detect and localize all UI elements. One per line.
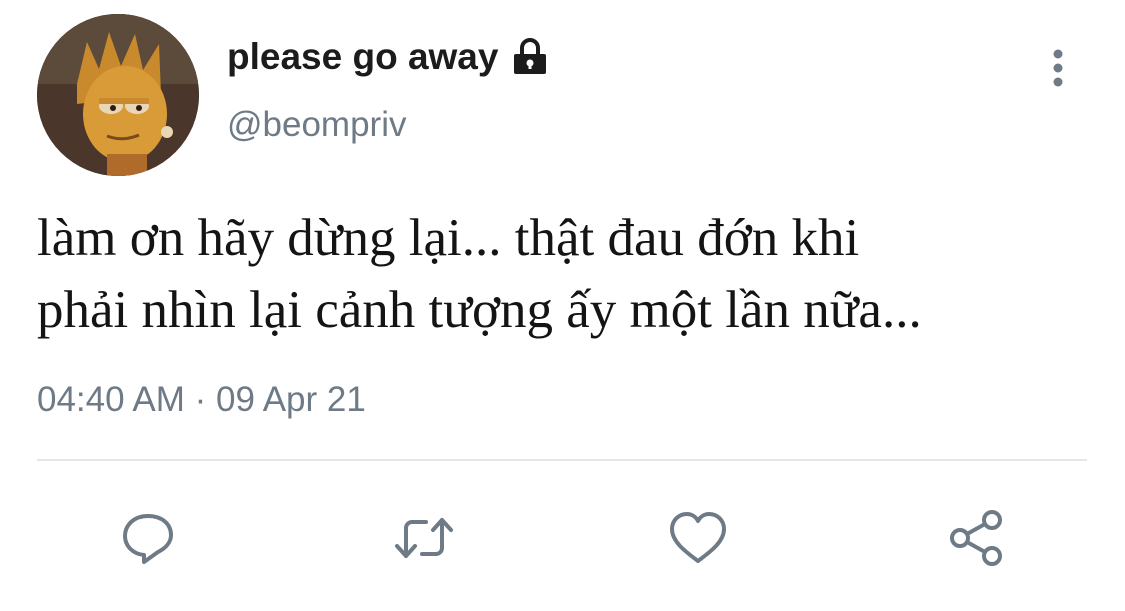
reply-button[interactable] bbox=[116, 506, 180, 570]
like-icon bbox=[670, 512, 726, 563]
tweet-timestamp[interactable]: 04:40 AM · 09 Apr 21 bbox=[37, 380, 366, 420]
reply-icon bbox=[123, 514, 173, 564]
avatar[interactable] bbox=[37, 14, 199, 176]
tweet-text-line: phải nhìn lại cảnh tượng ấy một lần nữa.… bbox=[37, 281, 922, 339]
more-vertical-icon bbox=[1053, 49, 1063, 87]
divider bbox=[37, 459, 1087, 461]
avatar-image bbox=[37, 14, 199, 176]
share-icon bbox=[950, 510, 1002, 566]
like-button[interactable] bbox=[666, 506, 730, 570]
retweet-icon bbox=[395, 518, 453, 558]
more-options-button[interactable] bbox=[1040, 44, 1076, 92]
display-name-row[interactable]: please go away bbox=[227, 36, 550, 78]
display-name: please go away bbox=[227, 36, 499, 77]
share-button[interactable] bbox=[944, 506, 1008, 570]
lock-icon bbox=[510, 38, 550, 76]
user-handle[interactable]: @beompriv bbox=[227, 105, 406, 145]
tweet-text-line: làm ơn hãy dừng lại... thật đau đớn khi bbox=[37, 209, 860, 267]
tweet-text: làm ơn hãy dừng lại... thật đau đớn khi … bbox=[37, 202, 1097, 346]
retweet-button[interactable] bbox=[392, 506, 456, 570]
